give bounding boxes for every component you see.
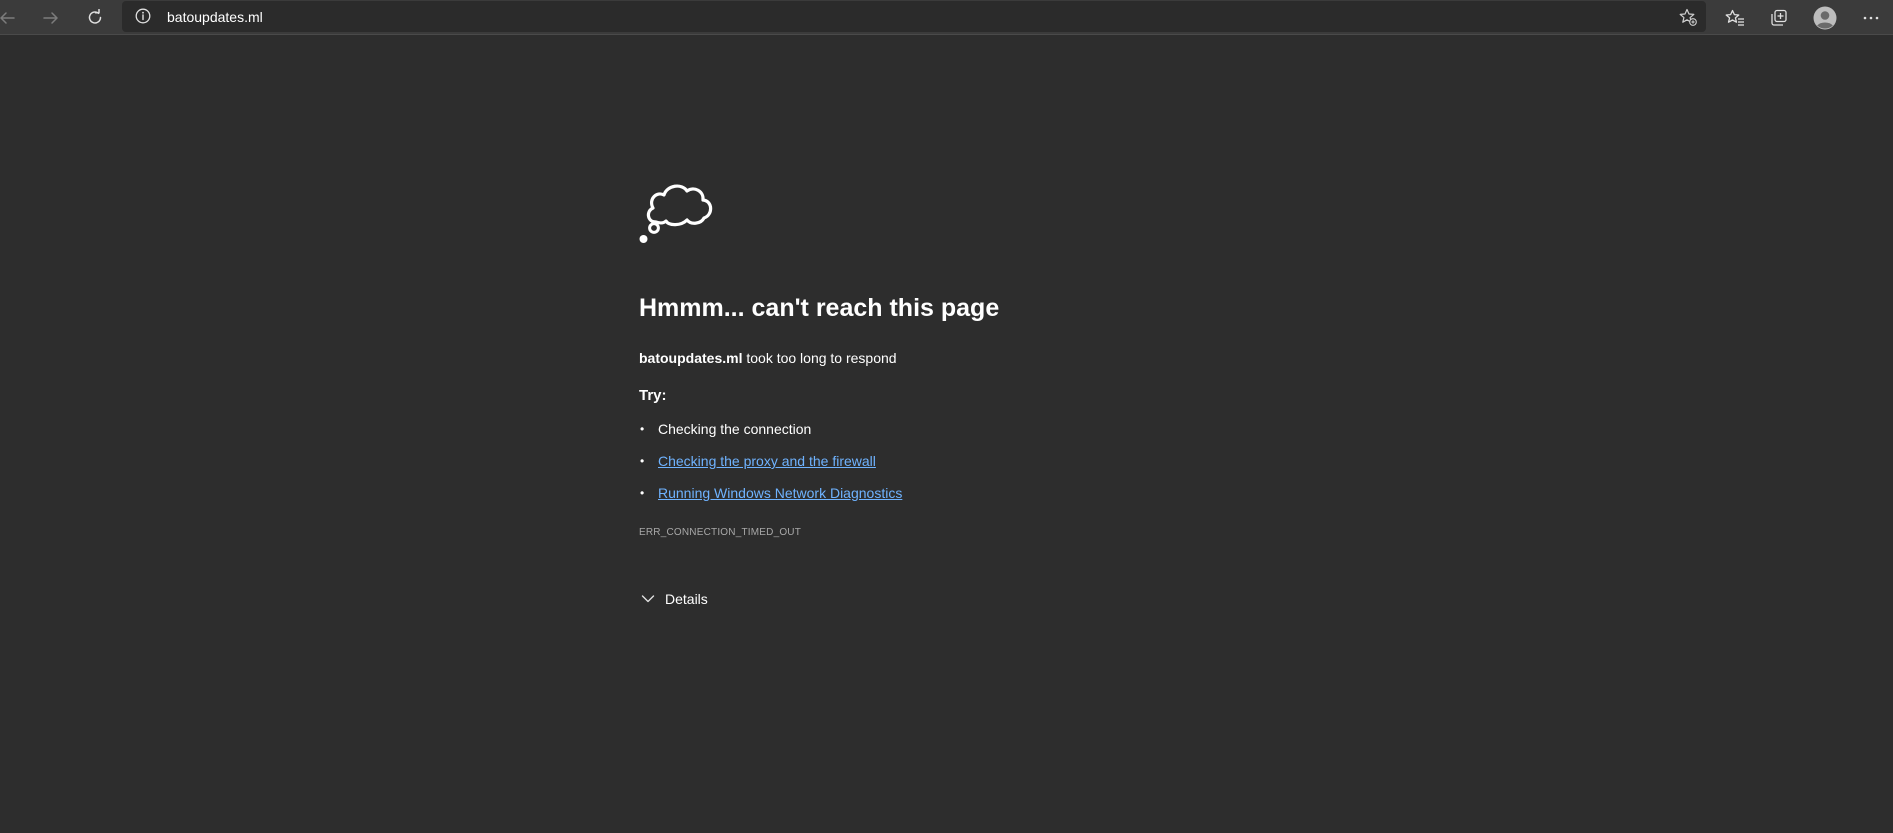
- more-dots-icon: [1863, 16, 1879, 20]
- network-diagnostics-link[interactable]: Running Windows Network Diagnostics: [658, 483, 902, 503]
- browser-toolbar: batoupdates.ml: [0, 0, 1893, 35]
- collections-button[interactable]: [1764, 3, 1794, 33]
- favorites-button[interactable]: [1720, 3, 1750, 33]
- error-headline: Hmmm... can't reach this page: [639, 294, 1000, 322]
- profile-button[interactable]: [1810, 3, 1840, 33]
- forward-arrow-icon: [43, 12, 58, 24]
- bullet: •: [640, 454, 645, 468]
- avatar-icon: [1813, 6, 1837, 30]
- chevron-down-icon: [641, 595, 655, 603]
- address-url[interactable]: batoupdates.ml: [167, 9, 263, 25]
- bullet: •: [640, 486, 645, 500]
- details-label: Details: [665, 591, 708, 607]
- back-arrow-icon: [0, 12, 15, 24]
- refresh-icon: [88, 9, 102, 24]
- try-label: Try:: [639, 387, 667, 404]
- thought-cloud-icon: [639, 184, 713, 243]
- settings-more-button[interactable]: [1856, 3, 1886, 33]
- address-bar[interactable]: batoupdates.ml: [122, 1, 1706, 32]
- error-message: batoupdates.ml took too long to respond: [639, 349, 897, 367]
- error-message-text: took too long to respond: [742, 350, 897, 366]
- suggestion-text: Checking the connection: [658, 421, 812, 437]
- add-favorite-icon[interactable]: [1678, 7, 1698, 27]
- back-button[interactable]: [0, 3, 22, 33]
- bullet: •: [640, 422, 645, 436]
- refresh-button[interactable]: [80, 3, 110, 33]
- error-host: batoupdates.ml: [639, 350, 743, 366]
- collections-icon: [1771, 9, 1787, 26]
- info-icon[interactable]: [135, 8, 151, 24]
- forward-button[interactable]: [36, 3, 66, 33]
- details-toggle[interactable]: Details: [639, 587, 708, 611]
- error-code: ERR_CONNECTION_TIMED_OUT: [639, 527, 802, 538]
- favorites-list-icon: [1725, 9, 1744, 26]
- proxy-firewall-link[interactable]: Checking the proxy and the firewall: [658, 451, 876, 471]
